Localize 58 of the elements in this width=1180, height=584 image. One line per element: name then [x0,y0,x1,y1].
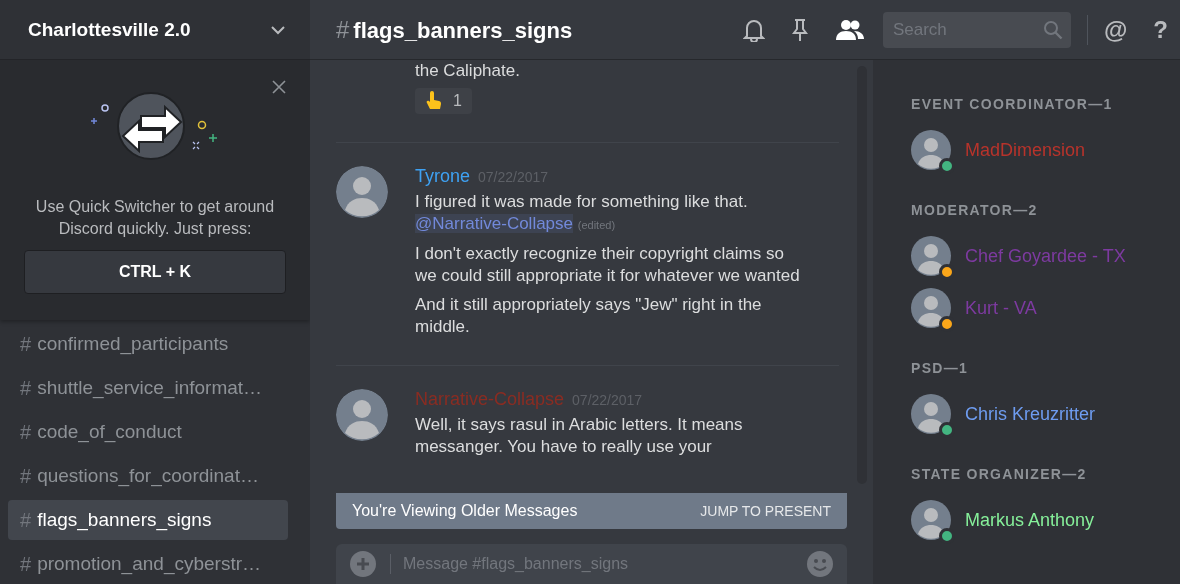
pointing-hand-icon [425,91,443,111]
member-name[interactable]: Markus Anthony [965,509,1095,531]
author-name[interactable]: Tyrone [415,166,471,187]
message-text: the Caliphate. [415,60,521,82]
channel-name: code_of_conduct [37,421,182,443]
hash-icon: # [20,332,32,356]
hash-icon: # [20,552,32,576]
channel-item[interactable]: # code_of_conduct [8,412,288,452]
role-heading: STATE ORGANIZER—2 [911,466,1088,482]
avatar[interactable] [911,130,951,170]
channel-item[interactable]: # promotion_and_cyberstr… [8,544,288,584]
channel-name: promotion_and_cyberstr… [37,553,261,575]
help-icon[interactable]: ? [1153,15,1168,44]
avatar[interactable] [336,166,388,218]
avatar[interactable] [336,389,388,441]
avatar[interactable] [911,394,951,434]
close-icon[interactable] [272,80,286,94]
channel-item[interactable]: # confirmed_participants [8,324,288,364]
message-text: Well, it says rasul in Arabic letters. It means messanger. You have to really use your [415,414,744,458]
channel-name: shuttle_service_informat… [37,377,263,399]
shortcut-button[interactable]: CTRL + K [24,250,286,294]
bell-icon[interactable] [742,17,765,42]
channel-name: confirmed_participants [37,333,229,355]
hash-icon: # [20,464,32,488]
message-text: And it still appropriately says "Jew" right in the middle. [415,294,763,338]
reaction-button[interactable]: 1 [415,88,472,114]
banner-text: You're Viewing Older Messages [352,502,578,520]
channel-name: questions_for_coordinat… [37,465,259,487]
search-icon [1042,19,1063,40]
server-header[interactable]: Charlottesville 2.0 [0,0,310,60]
quick-switcher-hint: Use Quick Switcher to get around Discord quickly. Just press: [34,197,276,239]
role-heading: MODERATOR—2 [911,202,1039,218]
channel-name: flags_banners_signs [37,509,212,531]
avatar[interactable] [911,288,951,328]
role-heading: EVENT COORDINATOR—1 [911,96,1114,112]
role-heading: PSD—1 [911,360,970,376]
hash-icon: # [336,15,350,44]
server-name: Charlottesville 2.0 [28,18,191,41]
pin-icon[interactable] [790,17,809,42]
mention-link[interactable]: @Narrative-Collapse [415,214,574,233]
avatar[interactable] [911,500,951,540]
mention-icon[interactable]: @ [1103,15,1128,44]
message-text: I figured it was made for something like that. [415,191,749,213]
channel-item[interactable]: # shuttle_service_informat… [8,368,288,408]
message-text: I don't exactly recognize their copyright claims so we could still appropriate it for whatever we wanted [415,243,801,287]
hash-icon: # [20,376,32,400]
member-name[interactable]: Chris Kreuzritter [965,403,1096,425]
jump-to-present-button[interactable]: JUMP TO PRESENT [700,503,831,519]
hash-icon: # [20,508,32,532]
chevron-down-icon[interactable] [270,24,286,35]
avatar[interactable] [911,236,951,276]
member-name[interactable]: MadDimension [965,139,1086,161]
hash-icon: # [20,420,32,444]
channel-item[interactable]: # questions_for_coordinat… [8,456,288,496]
members-icon[interactable] [834,18,865,41]
channel-item[interactable]: # flags_banners_signs [8,500,288,540]
channel-title: flags_banners_signs [353,17,573,44]
edited-label: (edited) [577,219,616,231]
